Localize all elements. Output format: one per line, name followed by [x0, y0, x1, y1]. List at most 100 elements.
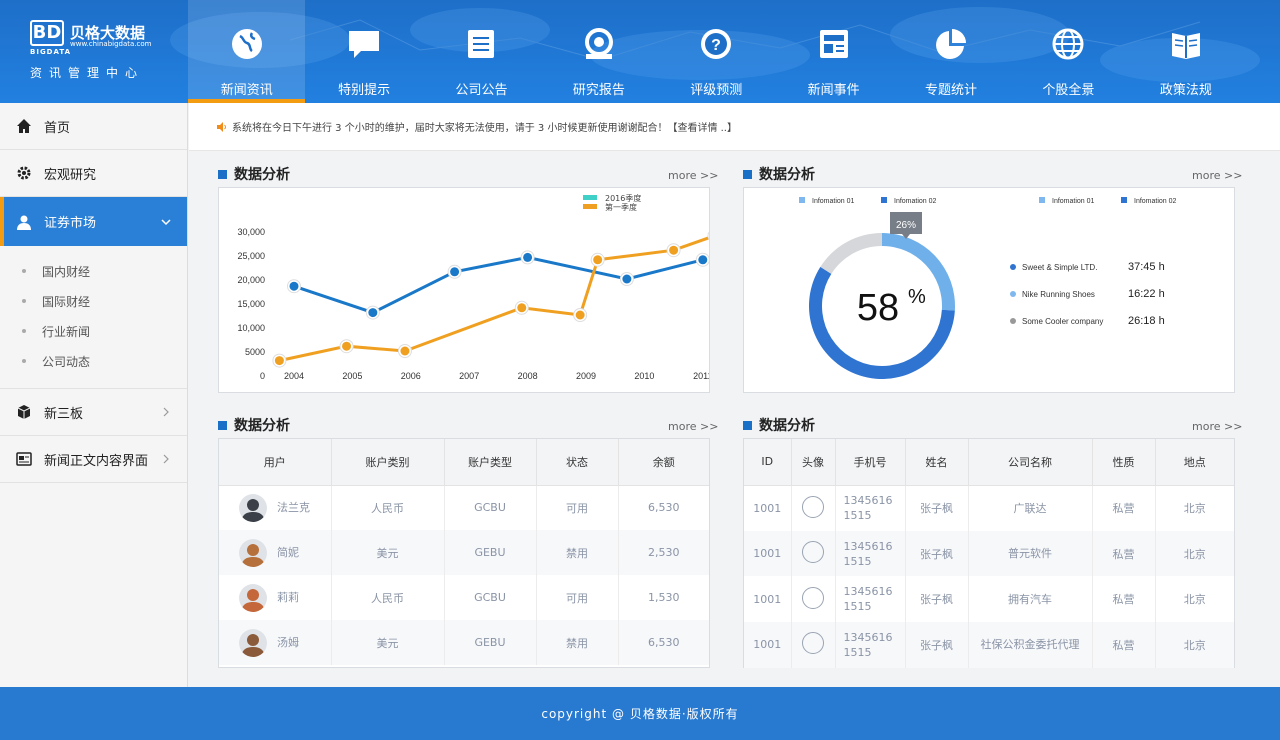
col-header[interactable]: 手机号	[835, 439, 906, 486]
col-header[interactable]: 地点	[1155, 439, 1234, 486]
submenu-item[interactable]: 行业新闻	[0, 316, 187, 346]
nav-item-announcements[interactable]: 公司公告	[423, 0, 540, 103]
sidebar-item-news-content[interactable]: 新闻正文内容界面	[0, 436, 187, 483]
x-tick-label: 2007	[459, 371, 479, 381]
data-point[interactable]	[575, 310, 585, 320]
col-header[interactable]: 公司名称	[968, 439, 1093, 486]
submenu-item[interactable]: 国际财经	[0, 286, 187, 316]
more-link[interactable]: more >>	[668, 420, 718, 433]
list-dot	[1010, 264, 1016, 270]
account-type: GCBU	[444, 485, 537, 530]
nav-label: 个股全景	[1042, 83, 1095, 98]
user-name: 莉莉	[277, 590, 299, 604]
col-header[interactable]: 状态	[536, 439, 619, 486]
nav-item-events[interactable]: 新闻事件	[775, 0, 892, 103]
id: 1001	[744, 622, 792, 668]
col-header[interactable]: 性质	[1092, 439, 1156, 486]
line-chart: 0 5000 10,000 15,000 20,000 25,000 30,000 2004 2…	[237, 193, 722, 381]
nav-item-policy[interactable]: 政策法规	[1127, 0, 1244, 103]
col-header[interactable]: 余额	[618, 439, 709, 486]
nature: 私营	[1092, 485, 1156, 531]
data-point[interactable]	[368, 308, 378, 318]
table-row[interactable]: 1001 1345616 1515 张子枫 社保公积金委托代理 私营 北京	[744, 622, 1234, 668]
col-header[interactable]: 账户类型	[444, 439, 537, 486]
table-row[interactable]: 1001 1345616 1515 张子枫 拥有汽车 私营 北京	[744, 576, 1234, 623]
col-header[interactable]: 头像	[791, 439, 836, 486]
table-row[interactable]: 汤姆 美元 GEBU 禁用 6,530	[219, 620, 709, 665]
data-point[interactable]	[342, 341, 352, 351]
nav-label: 公司公告	[455, 83, 508, 98]
nav-item-rating[interactable]: ? 评级预测	[658, 0, 775, 103]
company-table: ID 头像 手机号 姓名 公司名称 性质 地点 1001 1345616 151…	[744, 439, 1234, 668]
line-chart-panel: 0 5000 10,000 15,000 20,000 25,000 30,000 2004 2…	[218, 187, 722, 393]
nav-item-reports[interactable]: 研究报告	[540, 0, 657, 103]
data-point[interactable]	[289, 281, 299, 291]
x-tick-label: 2009	[576, 371, 596, 381]
data-point[interactable]	[400, 346, 410, 356]
avatar-placeholder-icon[interactable]	[802, 586, 824, 609]
submenu-item[interactable]: 公司动态	[0, 346, 187, 376]
y-tick-label: 10,000	[237, 323, 265, 333]
data-point[interactable]	[517, 303, 527, 313]
data-point[interactable]	[593, 255, 603, 265]
nav-item-stock-panorama[interactable]: 个股全景	[1010, 0, 1127, 103]
section-title-company-table: 数据分析	[743, 415, 815, 435]
col-header[interactable]: 账户类别	[331, 439, 445, 486]
table-header-row: 用户 账户类别 账户类型 状态 余额	[219, 439, 709, 486]
table-row[interactable]: 1001 1345616 1515 张子枫 普元软件 私营 北京	[744, 530, 1234, 577]
sidebar-item-securities-market[interactable]: 证券市场	[0, 197, 187, 246]
list-dot	[1010, 318, 1016, 324]
home-icon	[17, 119, 31, 133]
list-label: Nike Running Shoes	[1022, 290, 1095, 299]
avatar-placeholder-icon[interactable]	[802, 632, 824, 655]
phone: 1345616 1515	[835, 622, 906, 668]
system-notice[interactable]: 系统将在今日下午进行 3 个小时的维护，届时大家将无法使用，请于 3 小时候更新…	[189, 103, 1280, 151]
square-bullet-icon	[218, 169, 227, 179]
avatar-cell	[791, 530, 836, 577]
balance: 2,530	[618, 530, 709, 575]
data-point[interactable]	[698, 255, 708, 265]
avatar-placeholder-icon[interactable]	[802, 541, 824, 564]
sidebar-item-home[interactable]: 首页	[0, 103, 187, 150]
table-row[interactable]: 莉莉 人民币 GCBU 可用 1,530	[219, 575, 709, 620]
sidebar-item-label: 证券市场	[44, 216, 97, 231]
y-tick-label: 25,000	[237, 251, 265, 261]
table-row[interactable]: 简妮 美元 GEBU 禁用 2,530	[219, 530, 709, 575]
avatar[interactable]	[239, 538, 267, 567]
balance: 6,530	[648, 501, 680, 515]
nav-item-tips[interactable]: 特别提示	[305, 0, 422, 103]
sidebar-item-macro-research[interactable]: 宏观研究	[0, 150, 187, 197]
avatar-placeholder-icon[interactable]	[802, 495, 824, 518]
donut-slice[interactable]	[820, 233, 882, 274]
data-point[interactable]	[450, 267, 460, 277]
avatar[interactable]	[239, 583, 267, 612]
status: 可用	[536, 485, 619, 530]
table-row[interactable]: 法兰克 人民币 GCBU 可用 6,530	[219, 485, 709, 530]
avatar[interactable]	[239, 628, 267, 657]
col-header[interactable]: ID	[744, 439, 792, 486]
more-link[interactable]: more >>	[1192, 169, 1242, 182]
sidebar-item-label: 首页	[44, 120, 71, 136]
nav-item-statistics[interactable]: 专题统计	[892, 0, 1009, 103]
nav-item-news[interactable]: 新闻资讯	[188, 0, 306, 103]
data-point[interactable]	[274, 356, 284, 366]
col-header[interactable]: 用户	[219, 439, 332, 486]
legend-label: Infomation 01	[1052, 198, 1095, 205]
data-point[interactable]	[523, 252, 533, 262]
sidebar-item-new-third-board[interactable]: 新三板	[0, 389, 187, 436]
gear-icon	[17, 166, 31, 180]
avatar[interactable]	[239, 493, 267, 522]
place: 北京	[1183, 593, 1206, 607]
nav-label: 特别提示	[338, 83, 391, 98]
globe-icon	[231, 29, 262, 59]
submenu-item[interactable]: 国内财经	[0, 256, 187, 286]
data-point[interactable]	[622, 274, 632, 284]
col-header[interactable]: 姓名	[905, 439, 969, 486]
data-point[interactable]	[669, 245, 679, 255]
company-name: 拥有汽车	[968, 576, 1093, 623]
x-tick-label: 2006	[401, 371, 421, 381]
table-row[interactable]: 1001 1345616 1515 张子枫 广联达 私营 北京	[744, 485, 1234, 531]
more-link[interactable]: more >>	[1192, 420, 1242, 433]
more-link[interactable]: more >>	[668, 169, 718, 182]
phone: 1345616 1515	[835, 485, 906, 531]
